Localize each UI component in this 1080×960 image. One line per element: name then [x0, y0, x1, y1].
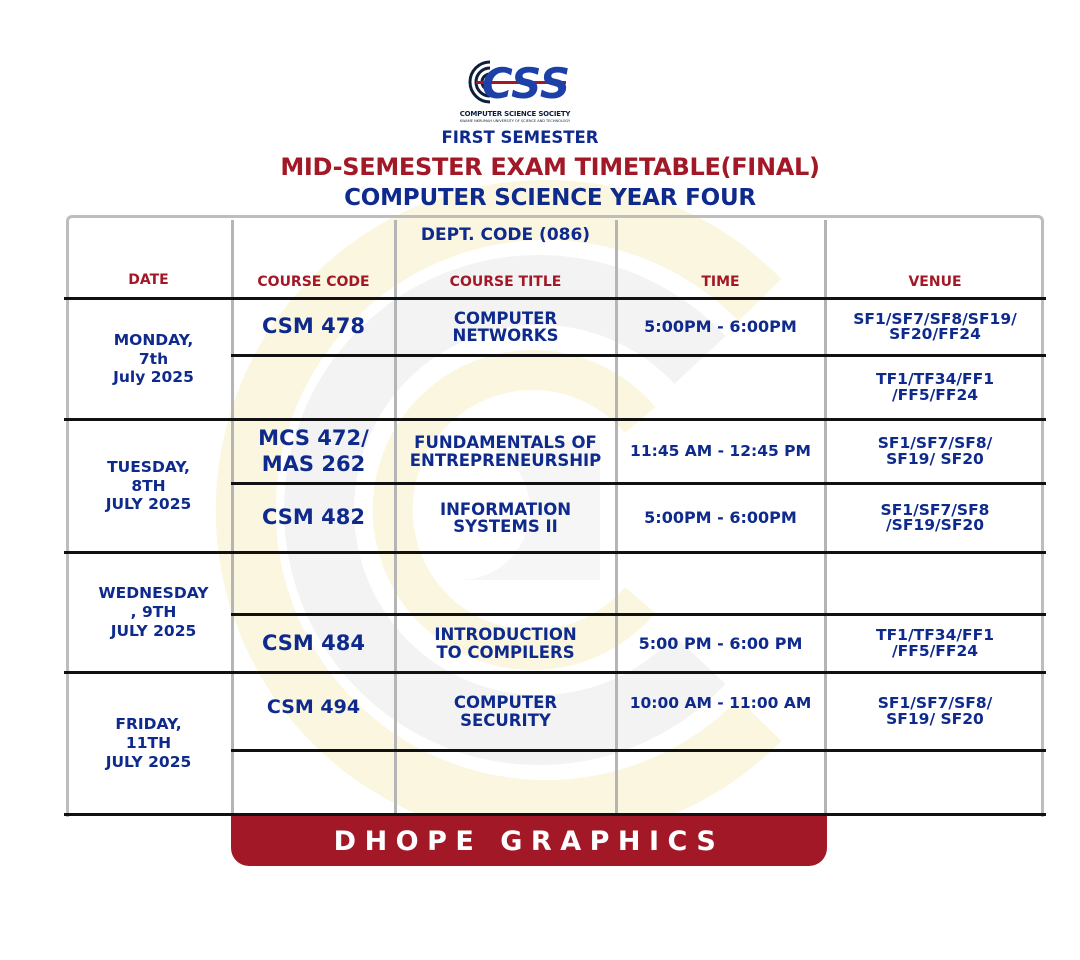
- venue-cell: [826, 752, 1044, 813]
- time-cell: 5:00PM - 6:00PM: [644, 508, 797, 527]
- time-cell: 10:00 AM - 11:00 AM: [629, 694, 812, 713]
- course-title-cell: COMPUTER SECURITY: [453, 693, 558, 730]
- venue-cell: SF1/SF7/SF8/ SF19/ SF20: [877, 694, 993, 728]
- time-cell: [617, 752, 824, 813]
- page-title: MID-SEMESTER EXAM TIMETABLE(FINAL): [280, 153, 820, 181]
- semester-heading: FIRST SEMESTER: [441, 128, 599, 147]
- credit-banner: DHOPE GRAPHICS: [231, 816, 827, 866]
- time-cell: [617, 357, 824, 418]
- venue-cell: TF1/TF34/FF1 /FF5/FF24: [876, 370, 994, 404]
- course-code-cell: CSM 482: [262, 505, 365, 530]
- course-code-cell: [233, 752, 394, 813]
- svg-text:CSS: CSS: [482, 59, 568, 108]
- logo-wordmark: CSS: [482, 59, 568, 108]
- venue-cell: SF1/SF7/SF8/SF19/ SF20/FF24: [853, 309, 1017, 343]
- venue-cell: SF1/SF7/SF8 /SF19/SF20: [880, 500, 990, 534]
- course-code-cell: CSM 478: [262, 314, 365, 339]
- time-cell: 5:00 PM - 6:00 PM: [638, 633, 803, 653]
- course-code-cell: MCS 472/ MAS 262: [258, 426, 369, 476]
- course-code-cell: CSM 484: [262, 630, 365, 655]
- time-cell: [617, 554, 824, 613]
- time-cell: 5:00PM - 6:00PM: [644, 317, 797, 336]
- header-course-code: COURSE CODE: [257, 274, 370, 290]
- logo-org-name: COMPUTER SCIENCE SOCIETY: [459, 110, 571, 118]
- header-course-title: COURSE TITLE: [449, 274, 562, 290]
- venue-cell: SF1/SF7/SF8/ SF19/ SF20: [877, 434, 993, 468]
- header-time: TIME: [701, 274, 740, 290]
- venue-cell: TF1/TF34/FF1 /FF5/FF24: [876, 626, 994, 660]
- date-cell: FRIDAY, 11TH JULY 2025: [105, 715, 192, 771]
- course-title-cell: FUNDAMENTALS OF ENTREPRENEURSHIP: [409, 433, 602, 470]
- date-cell: WEDNESDAY , 9TH JULY 2025: [98, 584, 209, 640]
- course-title-cell: [396, 357, 615, 418]
- course-title-cell: INFORMATION SYSTEMS II: [439, 499, 572, 536]
- course-title-cell: [396, 752, 615, 813]
- date-cell: MONDAY, 7th July 2025: [113, 330, 194, 387]
- course-title-cell: [396, 554, 615, 613]
- program-heading: COMPUTER SCIENCE YEAR FOUR: [344, 185, 756, 211]
- time-cell: 11:45 AM - 12:45 PM: [630, 441, 811, 460]
- header-venue: VENUE: [908, 274, 962, 290]
- course-code-cell: [233, 554, 394, 613]
- date-cell: TUESDAY, 8TH JULY 2025: [105, 457, 192, 514]
- dept-code: DEPT. CODE (086): [420, 224, 591, 245]
- course-title-cell: INTRODUCTION TO COMPILERS: [434, 625, 577, 662]
- course-code-cell: [233, 357, 394, 418]
- header-date: DATE: [128, 272, 169, 288]
- course-code-cell: CSM 494: [266, 695, 361, 718]
- logo-university: KWAME NKRUMAH UNIVERSITY OF SCIENCE AND …: [459, 119, 571, 123]
- venue-cell: [826, 554, 1044, 613]
- course-title-cell: COMPUTER NETWORKS: [452, 308, 559, 345]
